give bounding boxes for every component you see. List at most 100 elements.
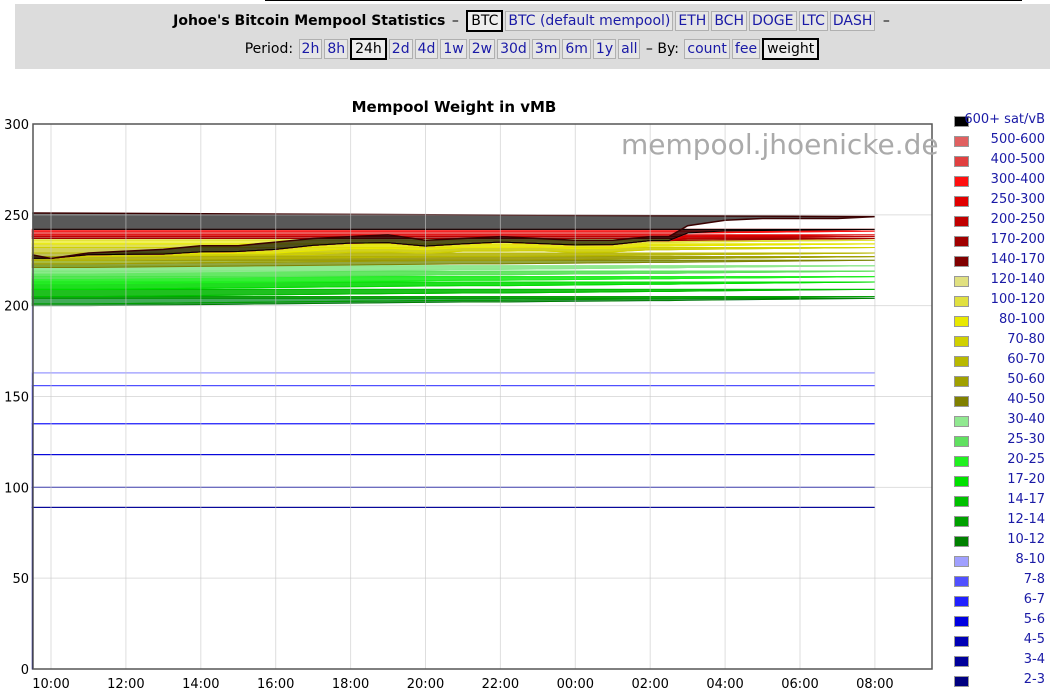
legend-label: 600+ sat/vB	[964, 112, 1045, 127]
legend-swatch	[954, 276, 969, 287]
x-tick-label: 22:00	[482, 677, 519, 691]
legend-item-50-60[interactable]: 50-60	[952, 370, 1050, 390]
x-tick-label: 02:00	[631, 677, 668, 691]
x-tick-label: 16:00	[257, 677, 294, 691]
legend-swatch	[954, 516, 969, 527]
legend-label: 4-5	[1023, 632, 1045, 647]
legend-item-40-50[interactable]: 40-50	[952, 390, 1050, 410]
x-tick-label: 00:00	[557, 677, 594, 691]
x-tick-label: 14:00	[182, 677, 219, 691]
legend-label: 60-70	[1007, 352, 1045, 367]
legend-item-200-250[interactable]: 200-250	[952, 210, 1050, 230]
legend-item-400-500[interactable]: 400-500	[952, 150, 1050, 170]
legend-label: 7-8	[1023, 572, 1045, 587]
legend-label: 30-40	[1007, 412, 1045, 427]
legend-swatch	[954, 576, 969, 587]
legend-swatch	[954, 476, 969, 487]
x-tick-label: 18:00	[332, 677, 369, 691]
legend-swatch	[954, 436, 969, 447]
y-tick-label: 150	[4, 391, 29, 406]
legend-swatch	[954, 656, 969, 667]
legend-item-5-6[interactable]: 5-6	[952, 610, 1050, 630]
legend-item-4-5[interactable]: 4-5	[952, 630, 1050, 650]
legend-swatch	[954, 196, 969, 207]
legend-label: 2-3	[1023, 672, 1045, 687]
legend-label: 12-14	[1007, 512, 1045, 527]
legend-swatch	[954, 616, 969, 627]
legend-label: 100-120	[990, 292, 1045, 307]
mempool-chart: 0 50 100 150 200 250 300 10:00 12:00 14:00 16:00 18…	[4, 118, 933, 691]
legend-swatch	[954, 396, 969, 407]
legend-label: 70-80	[1007, 332, 1045, 347]
legend-swatch	[954, 556, 969, 567]
legend-label: 6-7	[1023, 592, 1045, 607]
legend-swatch	[954, 356, 969, 367]
legend-item-2-3[interactable]: 2-3	[952, 670, 1050, 690]
legend-label: 5-6	[1023, 612, 1045, 627]
y-tick-label: 200	[4, 300, 29, 315]
legend-label: 14-17	[1007, 492, 1045, 507]
x-tick-label: 12:00	[107, 677, 144, 691]
legend-item-10-12[interactable]: 10-12	[952, 530, 1050, 550]
legend-swatch	[954, 376, 969, 387]
legend-swatch	[954, 636, 969, 647]
legend-label: 3-4	[1023, 652, 1045, 667]
legend-item-3-4[interactable]: 3-4	[952, 650, 1050, 670]
legend-item-20-25[interactable]: 20-25	[952, 450, 1050, 470]
legend-label: 10-12	[1007, 532, 1045, 547]
legend-swatch	[954, 676, 969, 687]
legend-item-300-400[interactable]: 300-400	[952, 170, 1050, 190]
x-tick-label: 10:00	[32, 677, 69, 691]
legend-swatch	[954, 256, 969, 267]
legend-item-7-8[interactable]: 7-8	[952, 570, 1050, 590]
legend-swatch	[954, 216, 969, 227]
y-tick-label: 100	[4, 481, 29, 496]
legend-swatch	[954, 536, 969, 547]
legend-item-14-17[interactable]: 14-17	[952, 490, 1050, 510]
x-tick-label: 04:00	[706, 677, 743, 691]
legend-item-600-sat-vB[interactable]: 600+ sat/vB	[952, 110, 1050, 130]
legend-label: 300-400	[990, 172, 1045, 187]
y-tick-label: 300	[4, 118, 29, 133]
x-tick-label: 20:00	[407, 677, 444, 691]
legend-label: 20-25	[1007, 452, 1045, 467]
x-tick-label: 06:00	[781, 677, 818, 691]
legend-item-140-170[interactable]: 140-170	[952, 250, 1050, 270]
legend-label: 25-30	[1007, 432, 1045, 447]
y-tick-label: 0	[21, 663, 29, 678]
legend-swatch	[954, 496, 969, 507]
legend-label: 17-20	[1007, 472, 1045, 487]
legend-item-170-200[interactable]: 170-200	[952, 230, 1050, 250]
legend-swatch	[954, 156, 969, 167]
legend-label: 140-170	[990, 252, 1045, 267]
legend-label: 50-60	[1007, 372, 1045, 387]
legend-item-120-140[interactable]: 120-140	[952, 270, 1050, 290]
legend-swatch	[954, 456, 969, 467]
legend-item-500-600[interactable]: 500-600	[952, 130, 1050, 150]
legend-label: 120-140	[990, 272, 1045, 287]
legend-swatch	[954, 296, 969, 307]
legend-swatch	[954, 336, 969, 347]
legend-label: 250-300	[990, 192, 1045, 207]
legend-label: 8-10	[1015, 552, 1045, 567]
legend-item-17-20[interactable]: 17-20	[952, 470, 1050, 490]
legend-label: 400-500	[990, 152, 1045, 167]
legend-swatch	[954, 176, 969, 187]
legend-item-8-10[interactable]: 8-10	[952, 550, 1050, 570]
legend-item-250-300[interactable]: 250-300	[952, 190, 1050, 210]
legend-item-80-100[interactable]: 80-100	[952, 310, 1050, 330]
legend-label: 40-50	[1007, 392, 1045, 407]
y-tick-label: 50	[12, 572, 29, 587]
legend-item-12-14[interactable]: 12-14	[952, 510, 1050, 530]
legend-swatch	[954, 416, 969, 427]
legend-item-60-70[interactable]: 60-70	[952, 350, 1050, 370]
legend-label: 80-100	[998, 312, 1045, 327]
legend-item-6-7[interactable]: 6-7	[952, 590, 1050, 610]
y-tick-label: 250	[4, 209, 29, 224]
legend-item-30-40[interactable]: 30-40	[952, 410, 1050, 430]
x-tick-label: 08:00	[856, 677, 893, 691]
legend-item-25-30[interactable]: 25-30	[952, 430, 1050, 450]
legend-item-70-80[interactable]: 70-80	[952, 330, 1050, 350]
watermark: mempool.jhoenicke.de	[621, 128, 939, 161]
legend-item-100-120[interactable]: 100-120	[952, 290, 1050, 310]
